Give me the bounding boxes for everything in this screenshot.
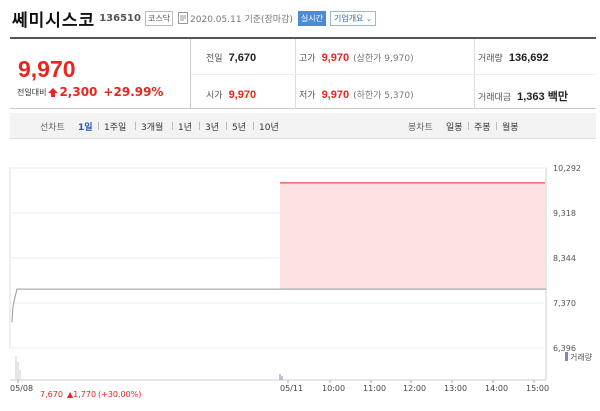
amount-stat: 거래대금 1,363 백만 (478, 88, 568, 104)
prev-close-label: 전일 (206, 54, 223, 64)
document-icon (178, 12, 189, 24)
y-tick-label: 9,318 (553, 209, 576, 218)
x-tick-label: 05/08 (10, 384, 33, 393)
tab-weekly-candle[interactable]: 주봉 (474, 120, 491, 133)
price-panel: 9,970 전일대비 2,300 +29.99% 전일 7,670 시가 9,9… (10, 37, 596, 109)
current-price-box: 9,970 전일대비 2,300 +29.99% (10, 39, 191, 109)
price-chart[interactable]: 10,292 9,318 8,344 7,370 6,396 05/08 05/11 10:… (0, 150, 600, 411)
stock-name[interactable]: 쎄미시스코 (12, 6, 95, 31)
tab-3-months[interactable]: 3개월 (141, 120, 163, 133)
chevron-down-icon: ⌄ (365, 14, 372, 23)
y-axis-ticks: 10,292 9,318 8,344 7,370 6,396 (553, 164, 581, 353)
legend-swatch (565, 352, 568, 361)
tab-1-day[interactable]: 1일 (78, 120, 93, 133)
footer-change: ▲1,770 (67, 390, 96, 399)
low-value: 9,970 (321, 88, 350, 101)
company-info-label: 기업개요 (333, 13, 364, 23)
high-value: 9,970 (321, 51, 350, 64)
company-info-button[interactable]: 기업개요 ⌄ (329, 10, 376, 26)
y-tick-label: 10,292 (553, 164, 581, 173)
upper-limit-note: (상한가 9,970) (353, 54, 414, 64)
high-stat: 고가 9,970 (상한가 9,970) (299, 51, 414, 65)
amount-label: 거래대금 (478, 92, 512, 103)
volume-bars (15, 356, 283, 380)
candle-chart-label: 봉차트 (408, 123, 433, 133)
y-tick-label: 8,344 (553, 254, 576, 263)
prev-day-price-line (11, 288, 546, 323)
tab-1-year[interactable]: 1년 (178, 120, 192, 133)
y-tick-label: 7,370 (553, 299, 576, 308)
change-row: 전일대비 2,300 +29.99% (17, 85, 163, 99)
low-stat: 저가 9,970 (하한가 5,370) (299, 88, 414, 102)
change-label: 전일대비 (17, 87, 47, 97)
stock-code: 136510 (99, 12, 141, 24)
tab-1-week[interactable]: 1주일 (104, 120, 126, 133)
x-tick-label: 13:00 (444, 384, 467, 393)
change-percent: +29.99% (103, 85, 164, 99)
prev-close-value: 7,670 (228, 51, 257, 64)
tab-separator (98, 122, 99, 130)
x-tick-label: 15:00 (526, 384, 549, 393)
footer-price: 7,670 (40, 390, 63, 399)
chart-period-tabs: 선차트 1일 1주일 3개월 1년 3년 5년 10년 봉차트 일봉 주봉 월봉 (10, 113, 596, 139)
tab-separator (496, 122, 497, 130)
volume-stat: 거래량 136,692 (478, 51, 549, 65)
stock-header: 쎄미시스코 136510 코스닥 2020.05.11 기준(장마감) 실시간 … (0, 0, 600, 36)
x-tick-label: 11:00 (363, 384, 386, 393)
high-label: 고가 (299, 54, 316, 64)
tab-separator (226, 122, 227, 130)
market-badge: 코스닥 (144, 10, 174, 26)
tab-daily-candle[interactable]: 일봉 (446, 120, 463, 133)
realtime-button[interactable]: 실시간 (297, 10, 326, 26)
tab-separator (199, 122, 200, 130)
current-price: 9,970 (18, 56, 76, 82)
footer-percent: (+30.00%) (98, 390, 141, 399)
low-label: 저가 (299, 91, 316, 101)
y-tick-label: 6,396 (553, 344, 576, 353)
x-tick-label: 14:00 (485, 384, 508, 393)
tab-separator (172, 122, 173, 130)
chart-footer: 7,670 ▲1,770 (+30.00%) (40, 390, 141, 399)
change-value: 2,300 (59, 85, 98, 99)
tab-monthly-candle[interactable]: 월봉 (502, 120, 519, 133)
tab-10-years[interactable]: 10년 (259, 120, 279, 133)
tab-3-years[interactable]: 3년 (205, 120, 219, 133)
x-tick-label: 12:00 (403, 384, 426, 393)
tab-separator (468, 122, 469, 130)
volume-value: 136,692 (508, 51, 549, 64)
x-tick-label: 10:00 (322, 384, 345, 393)
open-value: 9,970 (228, 88, 257, 101)
tab-separator (253, 122, 254, 130)
open-stat: 시가 9,970 (206, 88, 257, 102)
tab-5-years[interactable]: 5년 (232, 120, 246, 133)
up-arrow-icon (48, 87, 59, 97)
as-of-date: 2020.05.11 기준(장마감) (190, 14, 293, 25)
lower-limit-note: (하한가 5,370) (353, 91, 414, 101)
prev-close-stat: 전일 7,670 (206, 51, 257, 65)
volume-legend: 거래량 (565, 352, 593, 362)
x-tick-label: 05/11 (280, 384, 303, 393)
line-chart-label: 선차트 (40, 123, 65, 133)
tab-separator (135, 122, 136, 130)
divider (191, 74, 596, 75)
price-limit-band (280, 182, 545, 290)
legend-label: 거래량 (570, 352, 593, 362)
volume-label: 거래량 (478, 54, 503, 64)
open-label: 시가 (206, 91, 223, 101)
amount-value: 1,363 백만 (517, 91, 568, 103)
